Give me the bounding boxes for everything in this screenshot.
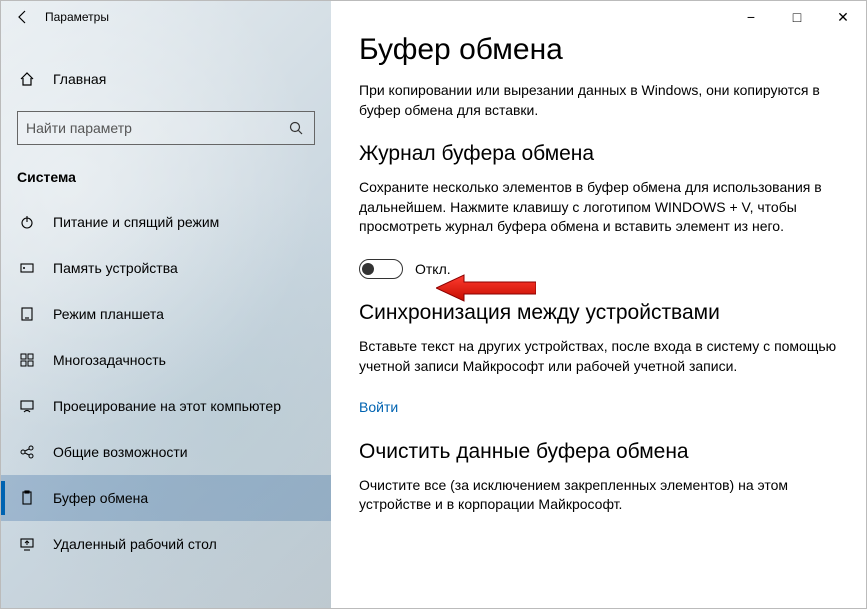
sign-in-link[interactable]: Войти <box>359 399 398 415</box>
window-title: Параметры <box>45 10 109 24</box>
sidebar-item-label: Буфер обмена <box>53 490 148 506</box>
section-clear-desc: Очистите все (за исключением закрепленны… <box>359 476 838 515</box>
remote-icon <box>17 536 37 552</box>
window-controls: − □ ✕ <box>728 1 866 33</box>
section-sync-heading: Синхронизация между устройствами <box>359 301 838 325</box>
sidebar-item-label: Режим планшета <box>53 306 164 322</box>
maximize-button[interactable]: □ <box>774 1 820 33</box>
power-icon <box>17 214 37 230</box>
sidebar-item-power[interactable]: Питание и спящий режим <box>1 199 331 245</box>
section-clear-heading: Очистить данные буфера обмена <box>359 440 838 464</box>
sidebar-item-tablet[interactable]: Режим планшета <box>1 291 331 337</box>
sidebar-item-label: Проецирование на этот компьютер <box>53 398 281 414</box>
minimize-button[interactable]: − <box>728 1 774 33</box>
home-label: Главная <box>53 71 106 87</box>
home-icon <box>17 71 37 87</box>
close-button[interactable]: ✕ <box>820 1 866 33</box>
storage-icon <box>17 260 37 276</box>
sidebar-item-label: Многозадачность <box>53 352 166 368</box>
search-icon <box>286 120 306 136</box>
sidebar-item-multitask[interactable]: Многозадачность <box>1 337 331 383</box>
sidebar-item-label: Общие возможности <box>53 444 188 460</box>
sidebar: Параметры Главная Система Питание и спящ… <box>1 1 331 608</box>
clipboard-icon <box>17 490 37 506</box>
titlebar: Параметры <box>1 1 331 33</box>
category-title: Система <box>1 159 331 199</box>
sidebar-item-label: Память устройства <box>53 260 178 276</box>
minimize-icon: − <box>747 9 755 25</box>
sidebar-item-shared[interactable]: Общие возможности <box>1 429 331 475</box>
close-icon: ✕ <box>837 9 849 26</box>
toggle-knob <box>362 263 374 275</box>
sidebar-item-label: Удаленный рабочий стол <box>53 536 217 552</box>
sidebar-item-projecting[interactable]: Проецирование на этот компьютер <box>1 383 331 429</box>
sidebar-item-clipboard[interactable]: Буфер обмена <box>1 475 331 521</box>
intro-text: При копировании или вырезании данных в W… <box>359 81 838 120</box>
maximize-icon: □ <box>793 9 801 25</box>
sidebar-item-remote[interactable]: Удаленный рабочий стол <box>1 521 331 567</box>
multitask-icon <box>17 352 37 368</box>
section-history-desc: Сохраните несколько элементов в буфер об… <box>359 178 838 237</box>
home-nav-item[interactable]: Главная <box>1 61 331 97</box>
history-toggle-row: Откл. <box>359 259 838 279</box>
back-button[interactable] <box>9 3 37 31</box>
search-input[interactable] <box>26 120 286 136</box>
page-title: Буфер обмена <box>359 33 838 67</box>
sidebar-item-label: Питание и спящий режим <box>53 214 219 230</box>
shared-icon <box>17 444 37 460</box>
main-content: − □ ✕ Буфер обмена При копировании или в… <box>331 1 866 608</box>
projecting-icon <box>17 398 37 414</box>
history-toggle[interactable] <box>359 259 403 279</box>
section-history-heading: Журнал буфера обмена <box>359 142 838 166</box>
app-root: Параметры Главная Система Питание и спящ… <box>1 1 866 608</box>
search-box[interactable] <box>17 111 315 145</box>
tablet-icon <box>17 306 37 322</box>
sidebar-item-storage[interactable]: Память устройства <box>1 245 331 291</box>
nav-list: Питание и спящий режим Память устройства… <box>1 199 331 608</box>
history-toggle-label: Откл. <box>415 261 451 277</box>
section-sync-desc: Вставьте текст на других устройствах, по… <box>359 337 838 376</box>
